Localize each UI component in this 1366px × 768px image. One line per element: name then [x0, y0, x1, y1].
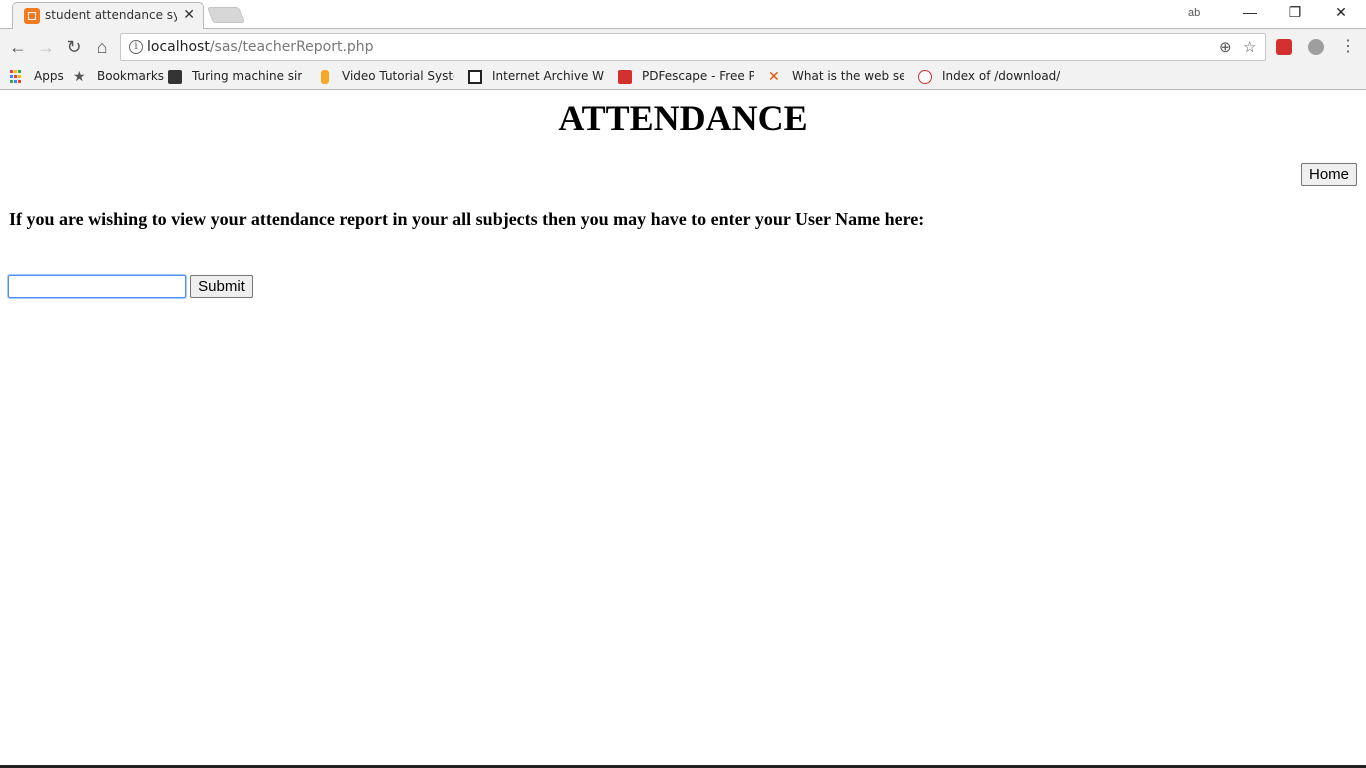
url-path: /sas/teacherReport.php [209, 39, 374, 55]
bookmark-label: Apps [34, 69, 64, 83]
home-icon[interactable]: ⌂ [91, 36, 113, 58]
bookmark-index-download[interactable]: Index of /download/ [918, 68, 1060, 86]
bookmark-label: Internet Archive Wayb [492, 69, 604, 83]
username-prompt: If you are wishing to view your attendan… [9, 209, 925, 229]
profile-icon[interactable]: ab [1188, 7, 1200, 19]
home-button[interactable]: Home [1301, 163, 1357, 186]
bookmark-apps[interactable]: Apps [10, 68, 66, 86]
reload-button[interactable]: ↻ [63, 36, 85, 58]
index-icon [918, 70, 932, 84]
joomla-icon: ✕ [768, 69, 780, 85]
xampp-favicon-icon [24, 8, 40, 24]
star-icon: ★ [73, 69, 86, 85]
chrome-menu-icon[interactable]: ⋮ [1340, 36, 1356, 56]
page-content: ATTENDANCE Home If you are wishing to vi… [0, 91, 1366, 768]
page-title: ATTENDANCE [558, 98, 808, 138]
submit-button[interactable]: Submit [190, 275, 253, 298]
zoom-icon[interactable]: ⊕ [1219, 38, 1232, 56]
bookmark-pdfescape[interactable]: PDFescape - Free PDF [618, 68, 754, 86]
tab-close-icon[interactable]: ✕ [183, 6, 195, 23]
tab-strip: student attendance system ✕ ab — ❐ ✕ [0, 0, 1366, 30]
bookmark-label: What is the web serve [792, 69, 904, 83]
extension-gray-icon[interactable] [1308, 39, 1324, 55]
pdfescape-icon [618, 70, 632, 84]
back-button[interactable]: ← [7, 36, 29, 58]
archive-icon [468, 70, 482, 84]
bookmark-internet-archive[interactable]: Internet Archive Wayb [468, 68, 604, 86]
video-tutorial-icon [321, 70, 329, 84]
bookmark-bookmarks[interactable]: ★ Bookmarks [73, 68, 164, 86]
site-info-icon[interactable]: i [129, 40, 143, 54]
username-input[interactable] [8, 275, 186, 298]
new-tab-button[interactable] [207, 7, 245, 23]
browser-toolbar: ← → ↻ ⌂ i localhost/sas/teacherReport.ph… [0, 29, 1366, 65]
tab-title: student attendance system [45, 8, 177, 22]
bookmark-label: Bookmarks [97, 69, 165, 83]
bookmarks-bar: Apps ★ Bookmarks Turing machine simu Vid… [0, 65, 1366, 90]
apps-grid-icon [10, 70, 24, 84]
close-window-button[interactable]: ✕ [1326, 4, 1356, 21]
address-bar[interactable]: i localhost/sas/teacherReport.php ⊕ ☆ [120, 33, 1266, 61]
turing-icon [168, 70, 182, 84]
bookmark-label: Index of /download/ [942, 69, 1061, 83]
bookmark-label: Turing machine simu [192, 69, 302, 83]
minimize-button[interactable]: — [1235, 4, 1265, 20]
forward-button[interactable]: → [35, 36, 57, 58]
bookmark-video-tutorial[interactable]: Video Tutorial Systen [318, 68, 454, 86]
bookmark-web-server[interactable]: ✕ What is the web serve [768, 68, 904, 86]
bookmark-star-icon[interactable]: ☆ [1243, 38, 1256, 56]
bookmark-label: PDFescape - Free PDF [642, 69, 754, 83]
url-host: localhost [147, 39, 210, 55]
active-tab[interactable]: student attendance system ✕ [12, 2, 204, 29]
bookmark-turing[interactable]: Turing machine simu [168, 68, 304, 86]
url-text[interactable]: localhost/sas/teacherReport.php [147, 39, 374, 55]
extension-red-icon[interactable] [1276, 39, 1292, 55]
restore-button[interactable]: ❐ [1280, 4, 1310, 21]
bookmark-label: Video Tutorial Systen [342, 69, 454, 83]
